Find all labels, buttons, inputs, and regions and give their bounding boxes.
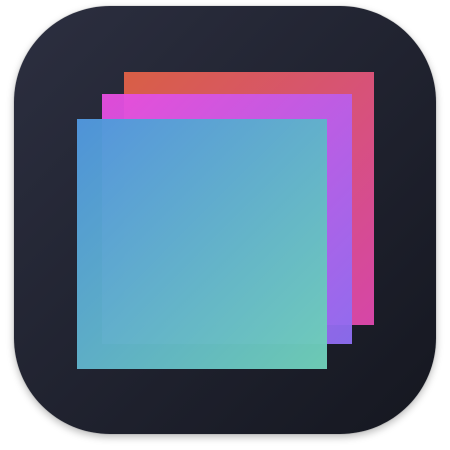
front-layer-square bbox=[77, 119, 327, 369]
layered-squares-app-icon[interactable] bbox=[14, 6, 436, 434]
app-icon-graphic bbox=[14, 6, 436, 434]
icon-stage bbox=[0, 0, 450, 450]
